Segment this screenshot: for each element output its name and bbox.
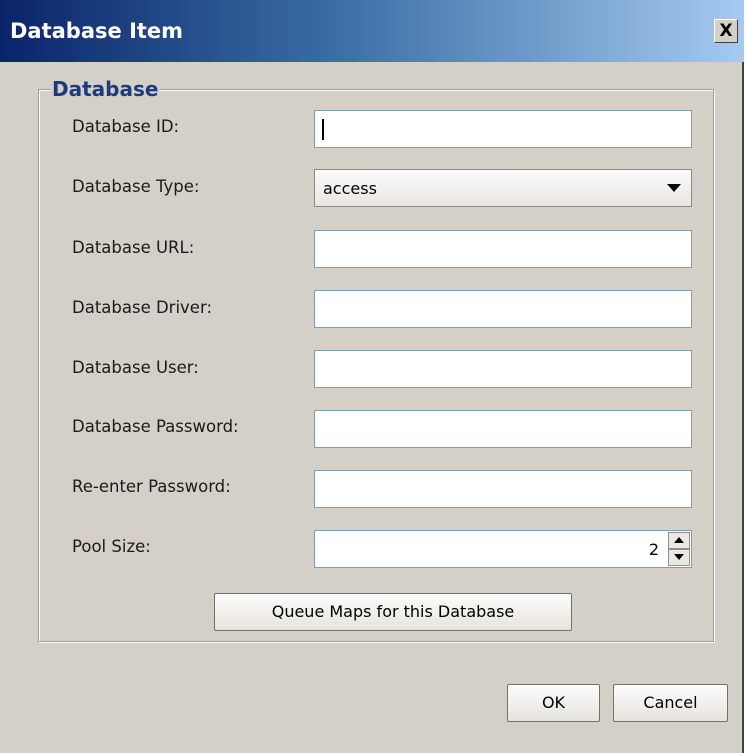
group-legend: Database	[50, 75, 161, 103]
cancel-button[interactable]: Cancel	[613, 684, 728, 722]
database-driver-label: Database Driver:	[72, 298, 213, 317]
queue-maps-button[interactable]: Queue Maps for this Database	[214, 593, 572, 631]
database-id-input[interactable]	[314, 110, 692, 148]
title-bar[interactable]: Database Item X	[0, 0, 744, 62]
database-password-input[interactable]	[314, 410, 692, 448]
spin-down-button[interactable]	[668, 549, 690, 566]
pool-size-spinner[interactable]: 2	[314, 530, 692, 568]
database-url-label: Database URL:	[72, 238, 195, 257]
arrow-down-icon	[674, 554, 684, 560]
database-user-input[interactable]	[314, 350, 692, 388]
database-item-dialog: Database Item X Database Database ID: Da…	[0, 0, 744, 753]
database-user-label: Database User:	[72, 358, 199, 377]
close-button[interactable]: X	[714, 19, 738, 43]
reenter-password-label: Re-enter Password:	[72, 477, 231, 496]
database-type-label: Database Type:	[72, 177, 200, 196]
arrow-up-icon	[674, 537, 684, 543]
pool-size-label: Pool Size:	[72, 537, 151, 556]
dialog-title: Database Item	[10, 19, 184, 43]
ok-button[interactable]: OK	[507, 684, 600, 722]
database-type-selected: access	[323, 179, 377, 198]
database-id-label: Database ID:	[72, 117, 180, 136]
spin-up-button[interactable]	[668, 532, 690, 549]
reenter-password-input[interactable]	[314, 470, 692, 508]
chevron-down-icon[interactable]	[667, 184, 681, 192]
database-type-select[interactable]: access	[314, 169, 692, 207]
database-password-label: Database Password:	[72, 417, 239, 436]
text-caret	[322, 119, 324, 140]
close-icon: X	[719, 21, 733, 41]
database-driver-input[interactable]	[314, 290, 692, 328]
pool-size-value: 2	[648, 540, 659, 559]
database-url-input[interactable]	[314, 230, 692, 268]
